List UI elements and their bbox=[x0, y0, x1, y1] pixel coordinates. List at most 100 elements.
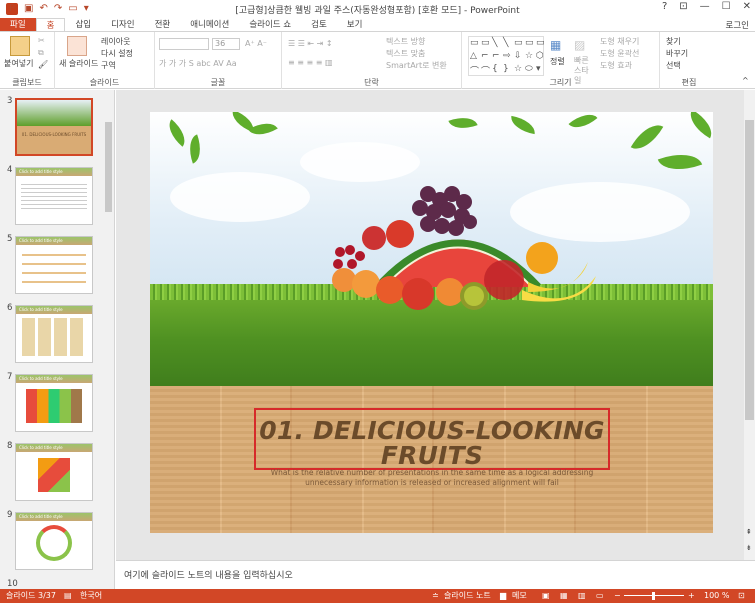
slide-thumbnails-panel: 3 01. DELICIOUS-LOOKING FRUITS 4 Click t… bbox=[0, 90, 115, 589]
thumbnail-title: Click to add title style bbox=[16, 375, 92, 383]
zoom-slider-thumb[interactable] bbox=[652, 592, 655, 600]
redo-icon[interactable]: ↷ bbox=[54, 3, 62, 14]
tab-insert[interactable]: 삽입 bbox=[65, 18, 101, 32]
cut-icon[interactable]: ✂ bbox=[38, 36, 45, 45]
tab-design[interactable]: 디자인 bbox=[101, 18, 144, 32]
thumbnail-slide-7[interactable]: Click to add title style bbox=[15, 374, 93, 432]
zoom-out-icon[interactable]: − bbox=[614, 589, 621, 603]
tab-animations[interactable]: 애니메이션 bbox=[180, 18, 239, 32]
editing-group-label: 편집 bbox=[681, 78, 697, 87]
font-group-label: 글꼴 bbox=[210, 78, 226, 87]
slides-group: 새 슬라이드 레이아웃 다시 설정 구역 슬라이드 bbox=[55, 32, 155, 89]
align-icons[interactable]: ≡ ≡ ≡ ≡ ▥ bbox=[288, 58, 333, 67]
comments-button[interactable]: 메모 bbox=[512, 589, 527, 603]
tab-slideshow[interactable]: 슬라이드 쇼 bbox=[239, 18, 301, 32]
undo-icon[interactable]: ↶ bbox=[39, 3, 47, 14]
thumbnails-scrollbar[interactable] bbox=[104, 92, 113, 587]
notes-toggle-button[interactable]: 슬라이드 노트 bbox=[444, 589, 491, 603]
font-group: 36 A⁺ A⁻ 가 가 가 S abc AV Aa 글꼴 bbox=[155, 32, 282, 89]
start-slideshow-icon[interactable]: ▭ bbox=[68, 3, 77, 14]
next-slide-icon[interactable]: ⇟ bbox=[746, 544, 752, 552]
notes-pane[interactable]: 여기에 슬라이드 노트의 내용을 입력하십시오 bbox=[116, 560, 755, 589]
align-text-button[interactable]: 텍스트 맞춤 bbox=[386, 48, 425, 59]
replace-button[interactable]: 바꾸기 bbox=[666, 48, 688, 59]
thumbnail-slide-8[interactable]: Click to add title style bbox=[15, 443, 93, 501]
bullets-icon[interactable]: ☰ ☰ ⇤ ⇥ ↕ bbox=[288, 39, 333, 48]
tab-view[interactable]: 보기 bbox=[337, 18, 373, 32]
help-icon[interactable]: ? bbox=[662, 1, 667, 12]
window-controls: ? ⊡ — ☐ ✕ bbox=[662, 1, 751, 12]
notes-toggle-icon[interactable]: ≐ bbox=[432, 589, 439, 603]
previous-slide-icon[interactable]: ⇞ bbox=[746, 528, 752, 536]
ribbon-display-icon[interactable]: ⊡ bbox=[679, 1, 687, 12]
maximize-icon[interactable]: ☐ bbox=[722, 1, 731, 12]
new-slide-button[interactable]: 새 슬라이드 bbox=[59, 58, 98, 69]
new-slide-icon[interactable] bbox=[67, 36, 87, 56]
close-icon[interactable]: ✕ bbox=[743, 1, 751, 12]
login-link[interactable]: 로그인 bbox=[726, 19, 749, 31]
thumbnail-slide-5[interactable]: Click to add title style bbox=[15, 236, 93, 294]
paste-icon[interactable] bbox=[10, 36, 30, 56]
slide-title[interactable]: 01. DELICIOUS-LOOKING FRUITS bbox=[254, 418, 610, 468]
shapes-gallery[interactable]: ▭ ▭ ╲ ╲ ▭ ▭ ▭ △ ⌐ ⌐ ⇨ ⇩ ☆ ⬡ ⌒ ⌒{} ☆ ⬭ ▾ bbox=[468, 36, 545, 77]
find-button[interactable]: 찾기 bbox=[666, 36, 681, 47]
clipboard-group: 붙여넣기 ✂ ⧉ 🖌 클립보드 bbox=[0, 32, 55, 89]
language-indicator[interactable]: 한국어 bbox=[80, 589, 102, 603]
thumbnail-number: 5 bbox=[7, 234, 13, 244]
reset-button[interactable]: 다시 설정 bbox=[101, 48, 133, 59]
thumbnail-slide-9[interactable]: Click to add title style bbox=[15, 512, 93, 570]
thumbnail-slide-3[interactable]: 01. DELICIOUS-LOOKING FRUITS bbox=[15, 98, 93, 156]
thumbnail-number: 8 bbox=[7, 441, 13, 451]
text-direction-button[interactable]: 텍스트 방향 bbox=[386, 36, 425, 47]
grow-font-icon[interactable]: A⁺ A⁻ bbox=[245, 39, 267, 48]
tab-review[interactable]: 검토 bbox=[301, 18, 337, 32]
arrange-button[interactable]: 정렬 bbox=[550, 56, 565, 67]
slideshow-view-icon[interactable]: ▭ bbox=[596, 589, 604, 603]
bold-italic-icons[interactable]: 가 가 가 S abc AV Aa bbox=[159, 58, 237, 69]
customize-qat-icon[interactable]: ▾ bbox=[84, 3, 89, 14]
shape-fill-button[interactable]: 도형 채우기 bbox=[600, 36, 639, 47]
thumbnail-title: Click to add title style bbox=[16, 444, 92, 452]
zoom-in-icon[interactable]: + bbox=[688, 589, 695, 603]
comments-icon[interactable]: ▆ bbox=[500, 589, 506, 603]
select-button[interactable]: 선택 bbox=[666, 60, 681, 71]
normal-view-icon[interactable]: ▣ bbox=[542, 589, 550, 603]
minimize-icon[interactable]: — bbox=[700, 1, 710, 12]
thumbnail-slide-4[interactable]: Click to add title style bbox=[15, 167, 93, 225]
shape-effects-button[interactable]: 도형 효과 bbox=[600, 60, 632, 71]
font-name-box[interactable] bbox=[159, 38, 209, 50]
copy-icon[interactable]: ⧉ bbox=[38, 48, 44, 58]
font-size-box[interactable]: 36 bbox=[212, 38, 240, 50]
format-painter-icon[interactable]: 🖌 bbox=[38, 60, 48, 69]
save-icon[interactable]: ▣ bbox=[24, 3, 33, 14]
spellcheck-icon[interactable]: ▤ bbox=[64, 589, 72, 603]
reading-view-icon[interactable]: ▥ bbox=[578, 589, 586, 603]
fit-to-window-icon[interactable]: ⊡ bbox=[738, 589, 745, 603]
layout-button[interactable]: 레이아웃 bbox=[101, 36, 130, 47]
editor-scrollbar[interactable]: ⇞ ⇟ bbox=[744, 90, 755, 560]
tab-file[interactable]: 파일 bbox=[0, 18, 36, 32]
status-bar: 슬라이드 3/37 ▤ 한국어 ≐ 슬라이드 노트 ▆ 메모 ▣ ▦ ▥ ▭ −… bbox=[0, 589, 755, 603]
drawing-group: ▭ ▭ ╲ ╲ ▭ ▭ ▭ △ ⌐ ⌐ ⇨ ⇩ ☆ ⬡ ⌒ ⌒{} ☆ ⬭ ▾ ▦ 정렬 ▨ 빠른 스타일 도형… bbox=[462, 32, 660, 89]
smartart-button[interactable]: SmartArt로 변환 bbox=[386, 60, 447, 71]
arrange-icon[interactable]: ▦ bbox=[550, 38, 561, 52]
thumbnail-title: Click to add title style bbox=[16, 168, 92, 176]
section-button[interactable]: 구역 bbox=[101, 60, 116, 71]
collapse-ribbon-icon[interactable]: ^ bbox=[742, 76, 749, 85]
fruit-basket-image bbox=[332, 186, 596, 310]
thumbnail-number: 3 bbox=[7, 96, 13, 106]
slide-subtitle[interactable]: What is the relative number of presentat… bbox=[254, 468, 610, 488]
clipboard-group-label: 클립보드 bbox=[12, 78, 42, 87]
slide-sorter-icon[interactable]: ▦ bbox=[560, 589, 568, 603]
zoom-level[interactable]: 100 % bbox=[704, 589, 729, 603]
paste-button[interactable]: 붙여넣기 bbox=[4, 58, 33, 69]
slide-canvas[interactable]: 01. DELICIOUS-LOOKING FRUITS What is the… bbox=[150, 112, 713, 533]
title-bar: P ▣ ↶ ↷ ▭ ▾ [고급형]상큼한 웰빙 과일 주스(자동완성형포함) [… bbox=[0, 0, 755, 17]
thumbnail-slide-6[interactable]: Click to add title style bbox=[15, 305, 93, 363]
tab-transitions[interactable]: 전환 bbox=[145, 18, 181, 32]
quick-access-toolbar: P ▣ ↶ ↷ ▭ ▾ bbox=[0, 2, 89, 15]
tab-home[interactable]: 홈 bbox=[35, 18, 66, 32]
drawing-group-label: 그리기 bbox=[549, 78, 572, 87]
quick-styles-icon[interactable]: ▨ bbox=[574, 38, 585, 52]
shape-outline-button[interactable]: 도형 윤곽선 bbox=[600, 48, 639, 59]
